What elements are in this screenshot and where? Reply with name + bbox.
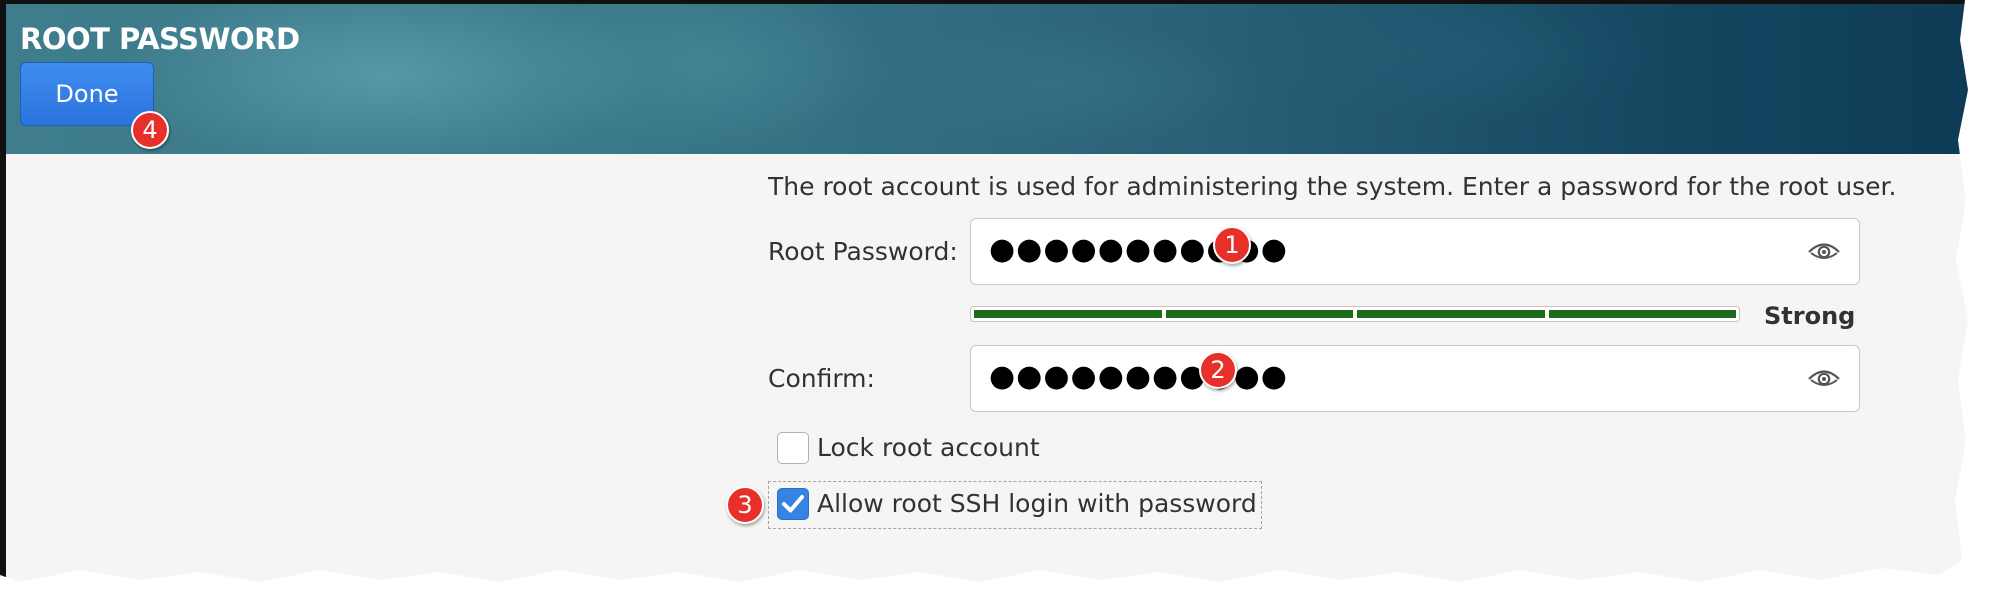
- strength-segment: [1548, 310, 1736, 318]
- confirm-label: Confirm:: [768, 364, 875, 393]
- eye-icon[interactable]: [1807, 239, 1841, 263]
- window-frame: ROOT PASSWORD Done The root account is u…: [0, 0, 1968, 582]
- eye-icon[interactable]: [1807, 366, 1841, 390]
- strength-segment: [1165, 310, 1353, 318]
- callout-badge-2: 2: [1199, 351, 1237, 389]
- lock-root-checkbox[interactable]: [777, 432, 809, 464]
- callout-badge-1: 1: [1213, 226, 1251, 264]
- confirm-password-value: ●●●●●●●●●●●: [989, 359, 1288, 394]
- password-strength-meter: [970, 306, 1740, 322]
- allow-ssh-label[interactable]: Allow root SSH login with password: [817, 489, 1257, 518]
- header-banner: ROOT PASSWORD Done: [6, 4, 1968, 154]
- allow-ssh-checkbox[interactable]: [777, 488, 809, 520]
- checkmark-icon: [782, 495, 804, 513]
- confirm-password-field[interactable]: ●●●●●●●●●●●: [970, 345, 1860, 412]
- callout-badge-4: 4: [131, 111, 169, 149]
- done-button[interactable]: Done: [20, 62, 154, 126]
- strength-segment: [974, 310, 1162, 318]
- installer-window: ROOT PASSWORD Done The root account is u…: [0, 0, 1968, 582]
- description-text: The root account is used for administeri…: [768, 172, 1897, 201]
- callout-badge-3: 3: [726, 486, 764, 524]
- root-password-label: Root Password:: [768, 237, 958, 266]
- root-password-field[interactable]: ●●●●●●●●●●●: [970, 218, 1860, 285]
- strength-segment: [1357, 310, 1545, 318]
- page-title: ROOT PASSWORD: [20, 22, 300, 56]
- strength-label: Strong: [1764, 302, 1856, 330]
- lock-root-label[interactable]: Lock root account: [817, 433, 1040, 462]
